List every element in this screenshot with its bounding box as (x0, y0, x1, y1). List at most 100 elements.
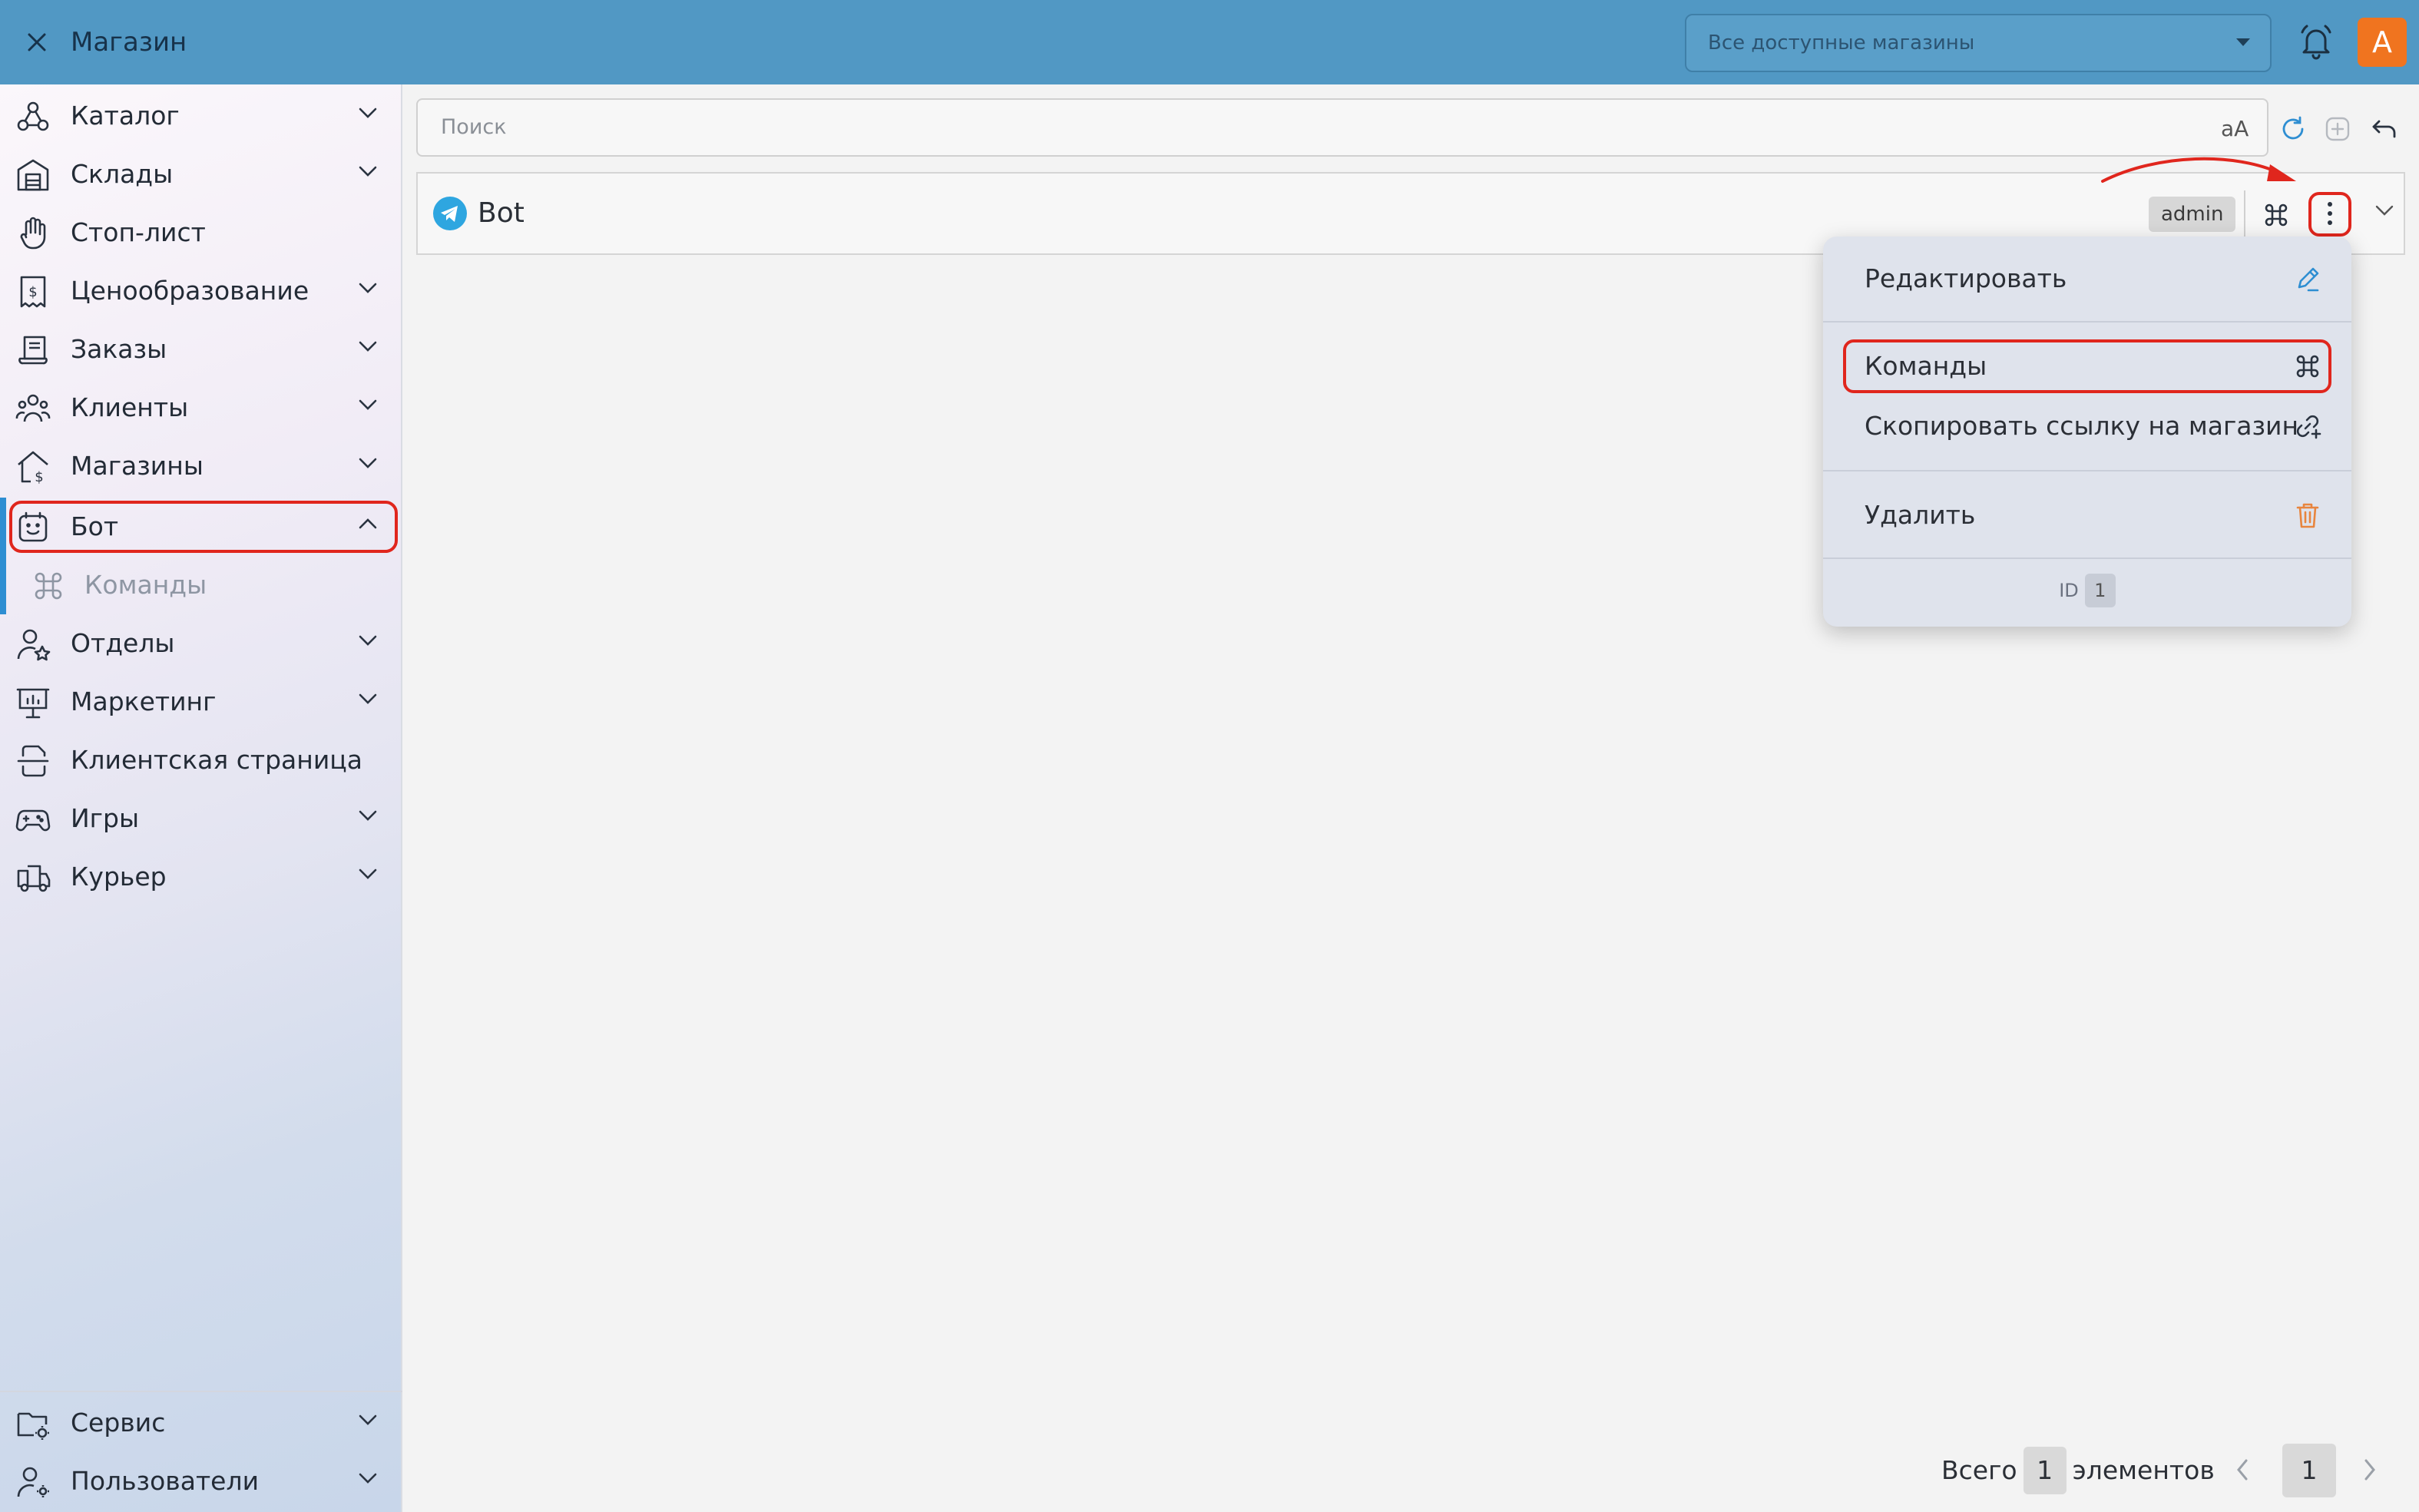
clients-icon (15, 391, 51, 426)
avatar[interactable]: A (2358, 18, 2407, 67)
sidebar-item-label: Клиентская страница (71, 745, 362, 775)
sidebar-item-users[interactable]: Пользователи (0, 1452, 402, 1510)
bell-icon[interactable] (2296, 22, 2336, 61)
sidebar-item-label: Заказы (71, 334, 167, 364)
sidebar-item-departments[interactable]: Отделы (0, 614, 402, 673)
sidebar-item-label: Отделы (71, 628, 175, 658)
warehouse-icon (15, 157, 51, 193)
annotation-arrow (2073, 146, 2304, 192)
highlight-ring-commands (1843, 339, 2331, 393)
command-icon[interactable] (2261, 200, 2292, 230)
store-house-icon: $ (15, 449, 51, 485)
menu-divider (1823, 470, 2351, 471)
context-menu: Редактировать Команды Скопировать ссылку… (1823, 237, 2351, 627)
chevron-down-icon (358, 165, 378, 177)
search-field[interactable]: Поиск aA (416, 98, 2268, 157)
highlight-ring-bot (9, 501, 398, 553)
menu-item-label: Удалить (1865, 500, 1976, 530)
id-label: ID (2059, 580, 2079, 601)
add-icon[interactable] (2324, 115, 2351, 143)
app-title: Магазин (71, 27, 187, 58)
total-prefix: Всего (1941, 1455, 2017, 1485)
page-number[interactable]: 1 (2282, 1444, 2336, 1497)
row-title: Bot (478, 197, 525, 229)
sidebar-item-label: Пользователи (71, 1466, 260, 1496)
menu-item-delete[interactable]: Удалить (1823, 485, 2351, 545)
orders-icon (15, 333, 51, 368)
sidebar-item-stores[interactable]: $ Магазины (0, 437, 402, 495)
highlight-ring-more (2308, 192, 2351, 237)
chevron-down-icon (358, 634, 378, 647)
sidebar-item-label: Игры (71, 803, 140, 833)
trash-icon (2293, 501, 2322, 530)
sidebar-item-label: Каталог (71, 101, 180, 131)
sidebar-item-service[interactable]: Сервис (0, 1394, 402, 1452)
total-value: 1 (2023, 1447, 2067, 1494)
close-icon[interactable] (20, 25, 54, 59)
chevron-down-icon (358, 107, 378, 119)
sidebar-item-label: Склады (71, 159, 174, 189)
department-icon (15, 627, 51, 662)
sidebar-item-label: Сервис (71, 1408, 166, 1438)
menu-item-label: Редактировать (1865, 263, 2067, 293)
price-receipt-icon: $ (15, 274, 51, 309)
refresh-icon[interactable] (2279, 115, 2307, 143)
sidebar-item-label: Команды (84, 570, 207, 600)
gamepad-icon (15, 802, 51, 837)
chevron-down-icon (358, 693, 378, 705)
sidebar-item-clients[interactable]: Клиенты (0, 379, 402, 437)
sidebar-item-label: Магазины (71, 451, 204, 481)
sidebar-item-stop-list[interactable]: Стоп-лист (0, 203, 402, 262)
presentation-icon (15, 685, 51, 720)
sidebar-item-label: Маркетинг (71, 687, 217, 716)
svg-text:$: $ (35, 469, 43, 485)
page-scan-icon (15, 743, 51, 779)
sidebar-item-catalog[interactable]: Каталог (0, 87, 402, 145)
case-sensitive-toggle[interactable]: aA (2221, 115, 2249, 143)
total-count: Всего 1 элементов (1941, 1444, 2215, 1497)
sidebar-item-orders[interactable]: Заказы (0, 320, 402, 379)
store-select[interactable]: Все доступные магазины (1685, 14, 2272, 72)
sidebar-item-label: Ценообразование (71, 276, 309, 306)
sidebar-subitem-commands[interactable]: Команды (0, 556, 402, 614)
menu-item-edit[interactable]: Редактировать (1823, 249, 2351, 309)
chevron-down-icon (358, 868, 378, 880)
store-select-value: Все доступные магазины (1708, 31, 1975, 55)
role-badge: admin (2149, 197, 2236, 232)
sidebar-divider (0, 1391, 402, 1392)
id-value: 1 (2084, 574, 2116, 607)
chevron-down-icon (358, 1472, 378, 1484)
sidebar-item-label: Курьер (71, 862, 167, 892)
chevron-down-icon (358, 399, 378, 411)
sidebar-item-label: Стоп-лист (71, 217, 206, 247)
menu-item-copy-link[interactable]: Скопировать ссылку на магазин (1823, 396, 2351, 456)
undo-icon[interactable] (2370, 115, 2397, 143)
link-add-icon (2293, 412, 2322, 441)
chevron-right-icon[interactable] (2362, 1457, 2378, 1482)
search-input[interactable]: Поиск (441, 100, 507, 155)
users-gear-icon (15, 1464, 51, 1500)
total-suffix: элементов (2072, 1455, 2215, 1485)
chevron-down-icon (358, 1414, 378, 1426)
sidebar-item-games[interactable]: Игры (0, 789, 402, 848)
chevron-down-icon[interactable] (2374, 204, 2394, 217)
sidebar-item-pricing[interactable]: $ Ценообразование (0, 262, 402, 320)
catalog-icon (15, 99, 51, 134)
chevron-left-icon[interactable] (2235, 1457, 2250, 1482)
chevron-down-icon (358, 809, 378, 822)
chevron-down-icon (358, 282, 378, 294)
caret-down-icon (2235, 37, 2252, 48)
menu-item-label: Скопировать ссылку на магазин (1865, 411, 2299, 441)
menu-id: ID 1 (1823, 571, 2351, 610)
chevron-down-icon (358, 457, 378, 469)
divider (2244, 190, 2245, 237)
sidebar-item-courier[interactable]: Курьер (0, 848, 402, 906)
sidebar-item-client-page[interactable]: Клиентская страница (0, 731, 402, 789)
sidebar-item-label: Клиенты (71, 392, 189, 422)
sidebar-item-marketing[interactable]: Маркетинг (0, 673, 402, 731)
truck-icon (15, 860, 51, 895)
sidebar-item-warehouses[interactable]: Склады (0, 145, 402, 203)
pencil-icon (2293, 264, 2322, 293)
menu-divider (1823, 321, 2351, 323)
chevron-down-icon (358, 340, 378, 352)
